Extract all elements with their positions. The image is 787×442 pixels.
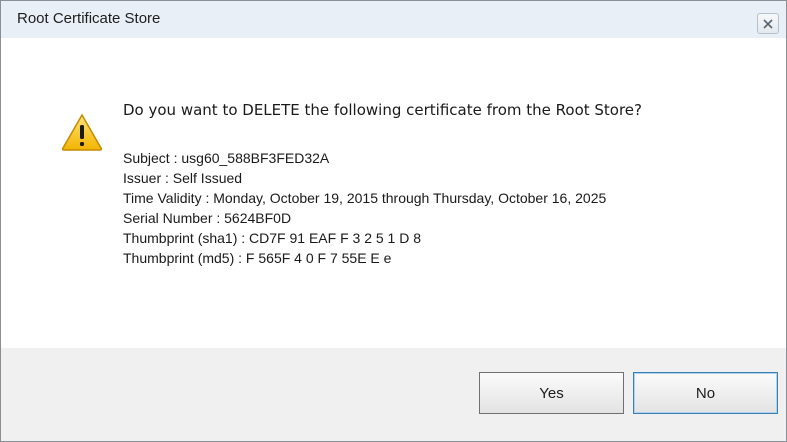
yes-button[interactable]: Yes [479,372,624,414]
thumbprint-md5-line: Thumbprint (md5) : F 565F 4 0 F 7 55E E … [123,250,392,266]
validity-line: Time Validity : Monday, October 19, 2015… [123,190,607,206]
close-button[interactable] [757,13,779,34]
window-title: Root Certificate Store [17,10,161,27]
title-bar[interactable]: Root Certificate Store [1,1,786,38]
subject-line: Subject : usg60_588BF3FED32A [123,150,330,166]
close-icon [763,18,773,29]
confirm-question: Do you want to DELETE the following cert… [123,101,643,119]
warning-icon [61,113,103,151]
thumbprint-sha1-line: Thumbprint (sha1) : CD7F 91 EAF F 3 2 5 … [123,230,422,246]
root-certificate-dialog: Root Certificate Store Do you want to DE… [0,0,787,442]
message-area: Do you want to DELETE the following cert… [1,38,786,348]
certificate-details: Subject : usg60_588BF3FED32A Issuer : Se… [123,148,723,268]
no-button[interactable]: No [633,372,778,414]
issuer-line: Issuer : Self Issued [123,170,243,186]
serial-line: Serial Number : 5624BF0D [123,210,292,226]
